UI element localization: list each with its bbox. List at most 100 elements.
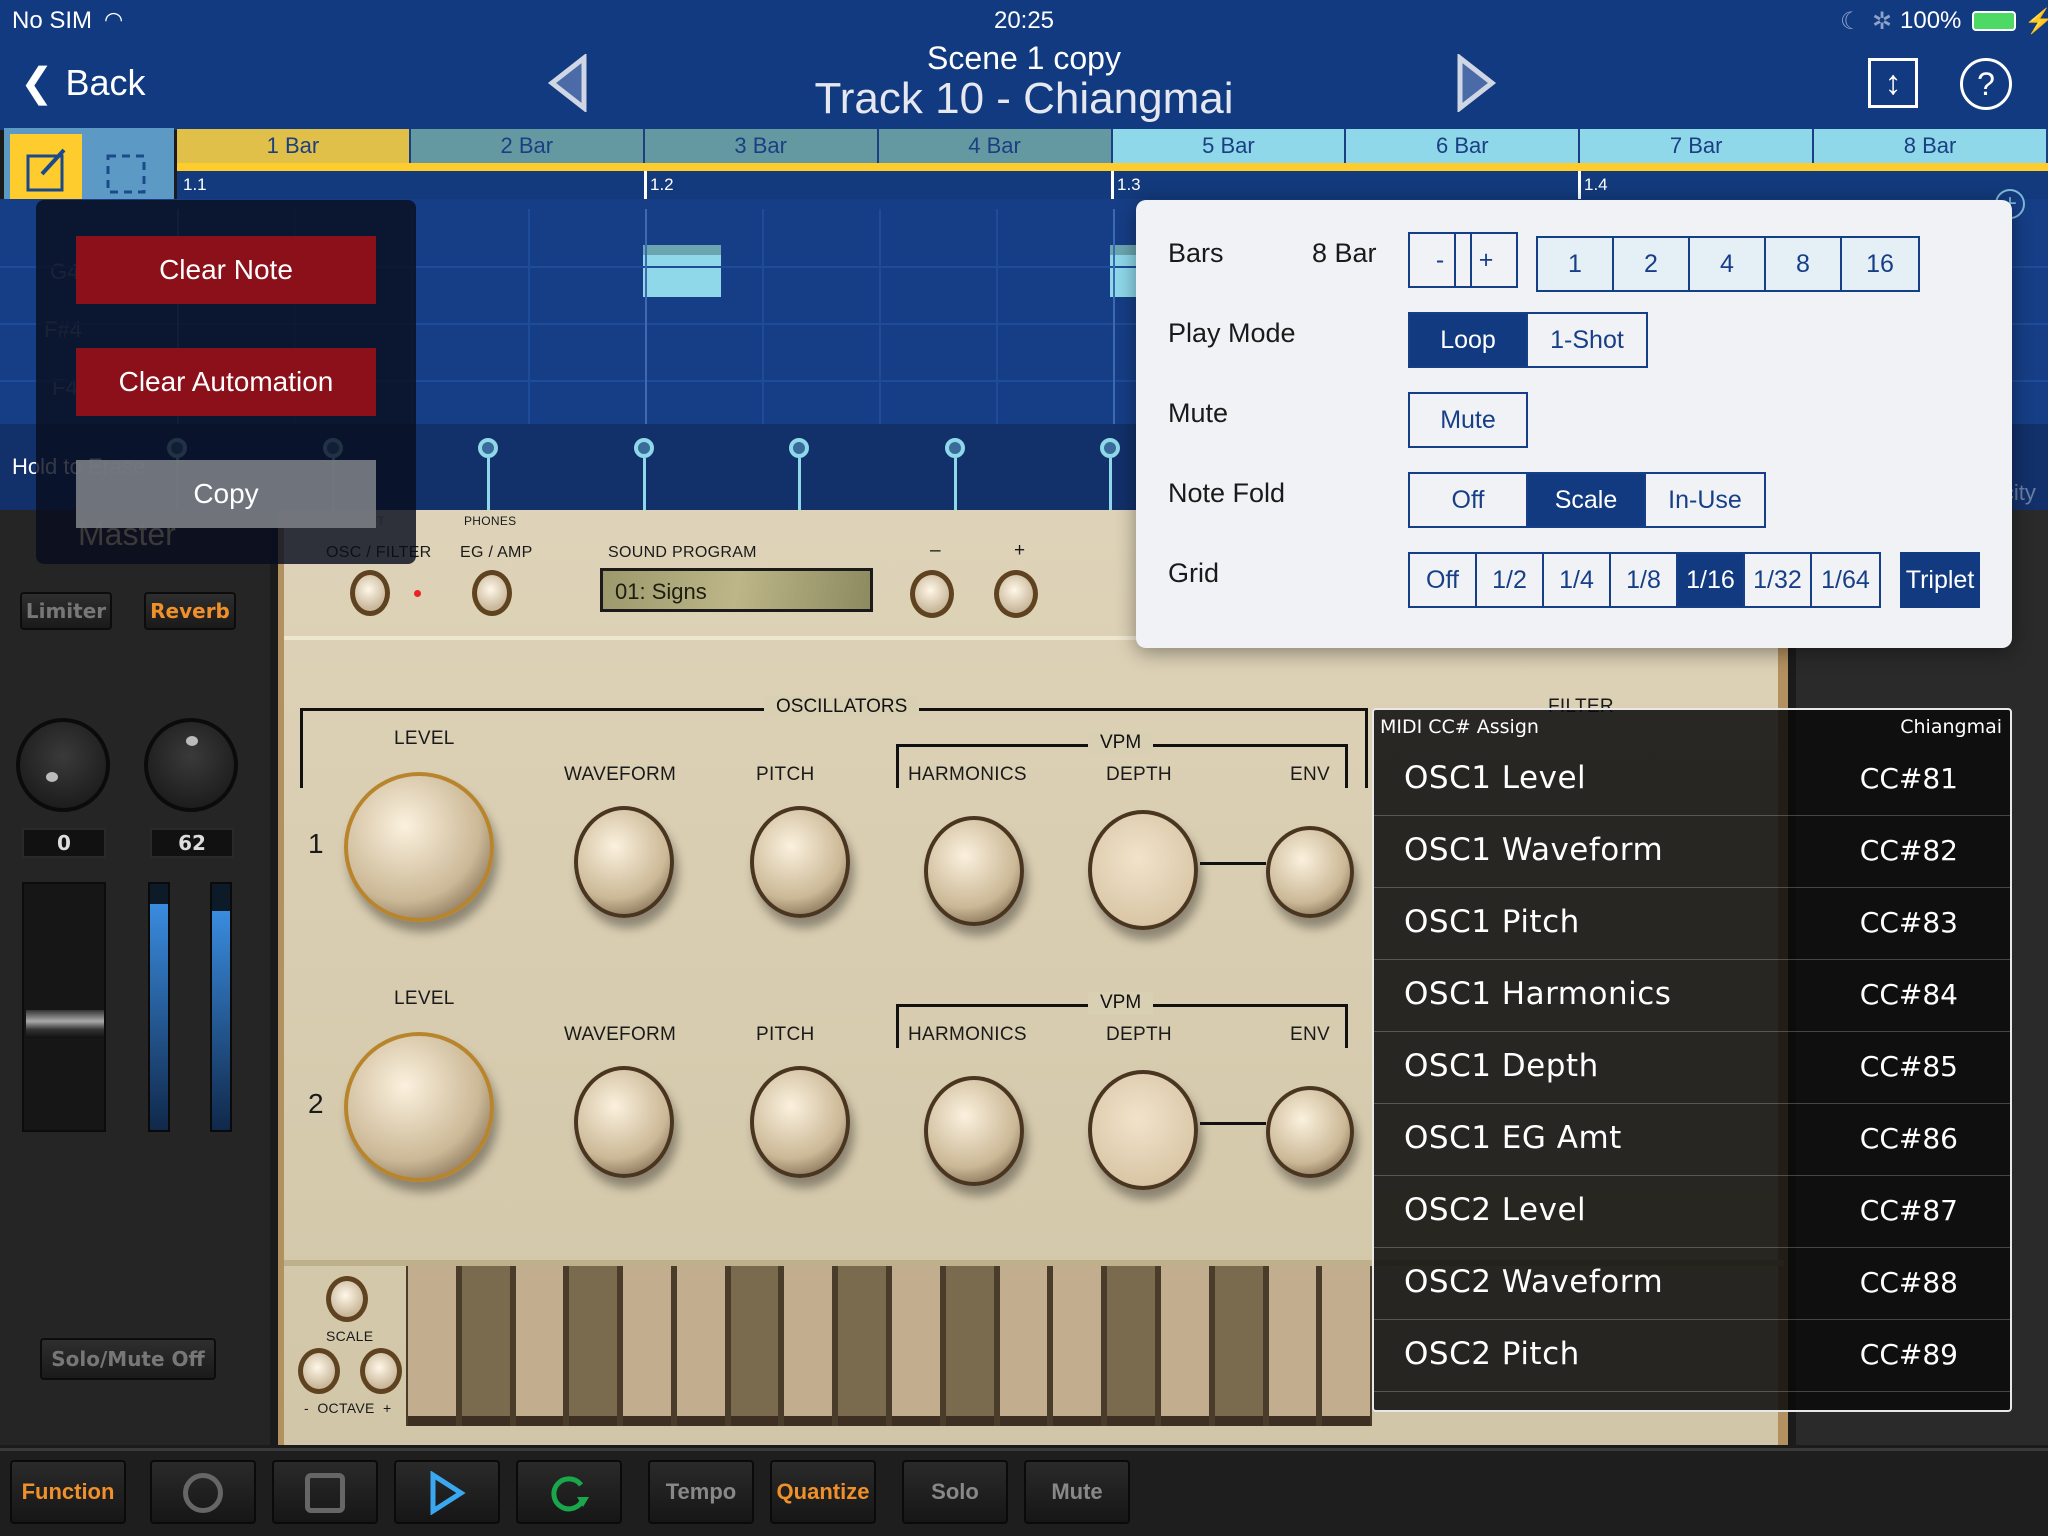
segment-option[interactable]: In-Use [1646, 474, 1764, 526]
osc2-env-knob[interactable] [1266, 1086, 1354, 1178]
osc1-waveform-knob[interactable] [574, 806, 674, 918]
osc2-pitch-knob[interactable] [750, 1066, 850, 1178]
loop-button[interactable] [516, 1460, 622, 1524]
octave-up-button[interactable] [360, 1348, 402, 1394]
quantize-button[interactable]: Quantize [770, 1460, 876, 1524]
bar-cell[interactable]: 5 Bar [1112, 129, 1347, 163]
segment-option[interactable]: 1/2 [1477, 554, 1544, 606]
next-track-button[interactable] [1456, 54, 1498, 112]
bar-cell[interactable]: 8 Bar [1814, 129, 2048, 163]
cc-assign-row[interactable]: OSC1 Harmonics CC#84 [1374, 960, 2010, 1032]
osc1-harmonics-knob[interactable] [924, 816, 1024, 926]
limiter-knob[interactable] [16, 718, 110, 812]
segment-option[interactable]: 1/64 [1812, 554, 1879, 606]
bar-cell[interactable]: 7 Bar [1580, 129, 1815, 163]
solo-mute-off-button[interactable]: Solo/Mute Off [40, 1338, 216, 1380]
white-key[interactable] [676, 1266, 725, 1426]
segment-option[interactable]: Scale [1528, 474, 1646, 526]
segment-option[interactable]: Loop [1410, 314, 1528, 366]
mute-button[interactable]: Mute [1024, 1460, 1130, 1524]
scale-button[interactable] [326, 1276, 368, 1322]
expand-vertical-button[interactable]: ↕ [1868, 58, 1918, 108]
segment-option[interactable]: 4 [1690, 238, 1766, 290]
osc-filter-button[interactable] [350, 570, 390, 616]
black-key[interactable] [730, 1266, 779, 1426]
clear-automation-button[interactable]: Clear Automation [76, 348, 376, 416]
white-key[interactable] [784, 1266, 833, 1426]
segment-option[interactable]: 1/32 [1745, 554, 1812, 606]
program-down-button[interactable] [910, 570, 954, 618]
velocity-point[interactable] [944, 438, 965, 458]
segment-option[interactable]: 1 [1538, 238, 1614, 290]
volume-fader-track[interactable] [22, 882, 106, 1132]
bar-cell[interactable]: 1 Bar [177, 129, 411, 163]
tempo-button[interactable]: Tempo [648, 1460, 754, 1524]
black-key[interactable] [569, 1266, 618, 1426]
record-button[interactable] [150, 1460, 256, 1524]
cc-assign-row[interactable]: OSC1 Depth CC#85 [1374, 1032, 2010, 1104]
velocity-point[interactable] [478, 438, 498, 458]
osc1-pitch-knob[interactable] [750, 806, 850, 918]
osc1-env-knob[interactable] [1266, 826, 1354, 918]
bars-increment-button[interactable]: + [1454, 232, 1518, 288]
ribbon-keyboard[interactable] [406, 1266, 1372, 1426]
segment-option[interactable]: Off [1410, 554, 1477, 606]
black-key[interactable] [461, 1266, 510, 1426]
black-key[interactable] [1214, 1266, 1263, 1426]
volume-fader-handle[interactable] [26, 1010, 104, 1038]
reverb-knob[interactable] [144, 718, 238, 812]
cc-assign-row[interactable]: OSC1 Level CC#81 [1374, 744, 2010, 816]
segment-option[interactable]: 8 [1766, 238, 1842, 290]
cc-assign-row[interactable]: OSC2 Waveform CC#88 [1374, 1248, 2010, 1320]
velocity-point[interactable] [633, 438, 654, 458]
bar-cell[interactable]: 3 Bar [644, 129, 879, 163]
midi-cc-assign-list[interactable]: MIDI CC# Assign Chiangmai OSC1 Level CC#8… [1372, 708, 2012, 1412]
segment-option[interactable]: 2 [1614, 238, 1690, 290]
segment-option[interactable]: 1/16 [1678, 554, 1745, 606]
white-key[interactable] [515, 1266, 564, 1426]
cc-assign-row[interactable]: OSC2 Pitch CC#89 [1374, 1320, 2010, 1392]
play-button[interactable] [394, 1460, 500, 1524]
black-key[interactable] [1107, 1266, 1155, 1426]
bar-cell[interactable]: 2 Bar [410, 129, 645, 163]
osc2-level-knob[interactable] [344, 1032, 494, 1182]
white-key[interactable] [1160, 1266, 1209, 1426]
triplet-toggle[interactable]: Triplet [1900, 552, 1980, 608]
cc-assign-row[interactable]: OSC1 Waveform CC#82 [1374, 816, 2010, 888]
limiter-button[interactable]: Limiter [20, 592, 112, 630]
black-key[interactable] [945, 1266, 994, 1426]
bar-cell[interactable]: 4 Bar [878, 129, 1113, 163]
pattern-mute-button[interactable]: Mute [1408, 392, 1528, 448]
white-key[interactable] [1053, 1266, 1102, 1426]
cc-assign-row[interactable]: OSC1 Pitch CC#83 [1374, 888, 2010, 960]
velocity-point[interactable] [789, 438, 809, 458]
osc2-depth-knob[interactable] [1088, 1070, 1198, 1190]
clear-note-button[interactable]: Clear Note [76, 236, 376, 304]
white-key[interactable] [999, 1266, 1048, 1426]
black-key[interactable] [838, 1266, 887, 1426]
eg-amp-button[interactable] [472, 570, 512, 616]
function-button[interactable]: Function [10, 1460, 126, 1524]
segment-option[interactable]: 1-Shot [1528, 314, 1646, 366]
help-button[interactable]: ? [1960, 58, 2012, 110]
segment-option[interactable]: 16 [1842, 238, 1918, 290]
cc-assign-row[interactable]: OSC2 Level CC#87 [1374, 1176, 2010, 1248]
white-key[interactable] [892, 1266, 940, 1426]
white-key[interactable] [1322, 1266, 1371, 1426]
white-key[interactable] [623, 1266, 671, 1426]
segment-option[interactable]: 1/8 [1611, 554, 1678, 606]
white-key[interactable] [408, 1266, 456, 1426]
segment-option[interactable]: Off [1410, 474, 1528, 526]
velocity-point[interactable] [1100, 438, 1120, 458]
osc1-level-knob[interactable] [344, 772, 494, 922]
program-up-button[interactable] [994, 570, 1038, 618]
segment-option[interactable]: 1/4 [1544, 554, 1611, 606]
cc-assign-row[interactable]: OSC1 EG Amt CC#86 [1374, 1104, 2010, 1176]
osc2-waveform-knob[interactable] [574, 1066, 674, 1178]
reverb-button[interactable]: Reverb [144, 592, 236, 630]
bar-cell[interactable]: 6 Bar [1346, 129, 1581, 163]
stop-button[interactable] [272, 1460, 378, 1524]
osc1-depth-knob[interactable] [1088, 810, 1198, 930]
copy-button[interactable]: Copy [76, 460, 376, 528]
solo-button[interactable]: Solo [902, 1460, 1008, 1524]
